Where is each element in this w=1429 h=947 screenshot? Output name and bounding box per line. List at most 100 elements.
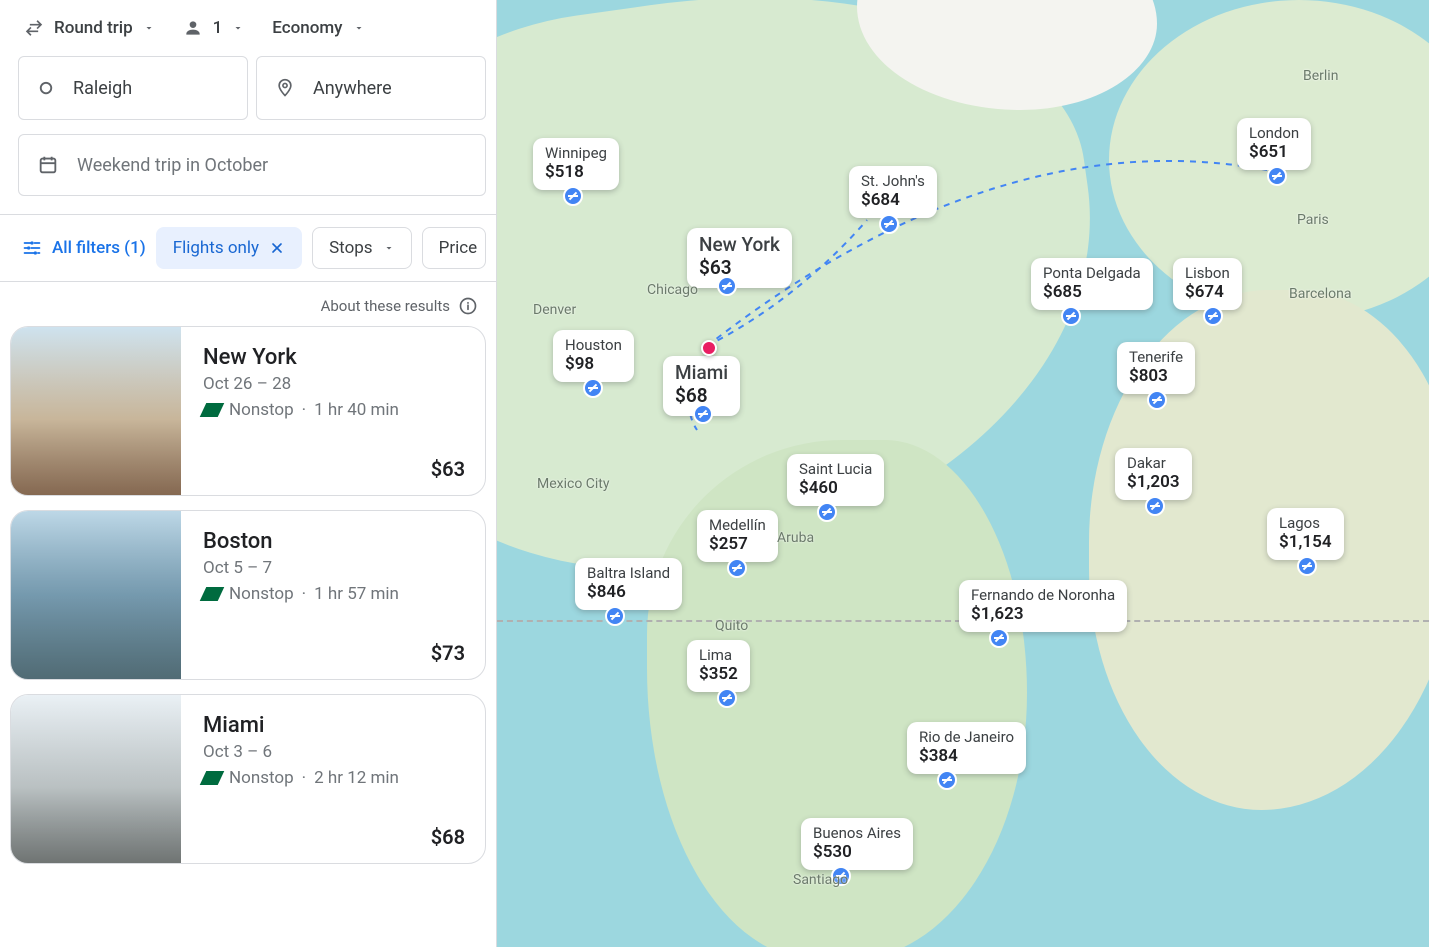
all-filters-label: All filters (1) bbox=[52, 238, 146, 258]
airport-icon bbox=[1145, 496, 1165, 516]
price-label: Price bbox=[439, 238, 478, 258]
result-thumbnail bbox=[11, 511, 181, 679]
price-bubble[interactable]: Saint Lucia$460 bbox=[787, 454, 884, 506]
bubble-city: Rio de Janeiro bbox=[919, 728, 1014, 746]
bubble-city: Lisbon bbox=[1185, 264, 1230, 282]
bubble-city: Lima bbox=[699, 646, 738, 664]
airport-icon bbox=[1061, 306, 1081, 326]
search-panel: Round trip 1 Economy Raleigh Anywhere bbox=[0, 0, 497, 947]
price-bubble[interactable]: Houston$98 bbox=[553, 330, 634, 382]
result-thumbnail bbox=[11, 327, 181, 495]
cabin-label: Economy bbox=[272, 18, 342, 38]
result-city: Boston bbox=[203, 529, 465, 554]
airline-icon bbox=[200, 771, 225, 785]
airport-icon bbox=[1297, 556, 1317, 576]
result-price: $73 bbox=[203, 641, 465, 665]
airline-icon bbox=[200, 587, 225, 601]
result-card[interactable]: Miami Oct 3 – 6 Nonstop · 2 hr 12 min $6… bbox=[10, 694, 486, 864]
bubble-price: $1,623 bbox=[971, 604, 1115, 624]
flights-only-chip[interactable]: Flights only bbox=[156, 227, 302, 269]
trip-selectors: Round trip 1 Economy bbox=[18, 18, 486, 38]
airport-icon bbox=[937, 770, 957, 790]
origin-input[interactable]: Raleigh bbox=[18, 56, 248, 120]
price-bubble[interactable]: Lisbon$674 bbox=[1173, 258, 1242, 310]
passengers-selector[interactable]: 1 bbox=[183, 18, 245, 38]
bubble-city: Dakar bbox=[1127, 454, 1180, 472]
result-city: New York bbox=[203, 345, 465, 370]
search-header: Round trip 1 Economy Raleigh Anywhere bbox=[0, 0, 496, 214]
bubble-price: $63 bbox=[699, 257, 780, 280]
price-bubble[interactable]: Baltra Island$846 bbox=[575, 558, 682, 610]
about-results[interactable]: About these results bbox=[0, 282, 496, 326]
price-bubble[interactable]: Fernando de Noronha$1,623 bbox=[959, 580, 1127, 632]
trip-type-selector[interactable]: Round trip bbox=[24, 18, 155, 38]
result-card[interactable]: Boston Oct 5 – 7 Nonstop · 1 hr 57 min $… bbox=[10, 510, 486, 680]
airport-icon bbox=[605, 606, 625, 626]
bubble-city: Baltra Island bbox=[587, 564, 670, 582]
bubble-price: $352 bbox=[699, 664, 738, 684]
result-body: Boston Oct 5 – 7 Nonstop · 1 hr 57 min $… bbox=[181, 511, 485, 679]
bubble-city: Tenerife bbox=[1129, 348, 1183, 366]
bubble-city: Medellín bbox=[709, 516, 766, 534]
price-bubble[interactable]: Dakar$1,203 bbox=[1115, 448, 1192, 500]
result-price: $63 bbox=[203, 457, 465, 481]
map-city-label: Paris bbox=[1297, 212, 1329, 228]
price-bubble[interactable]: Lima$352 bbox=[687, 640, 750, 692]
cabin-selector[interactable]: Economy bbox=[272, 18, 364, 38]
price-bubble[interactable]: Lagos$1,154 bbox=[1267, 508, 1344, 560]
tune-icon bbox=[22, 238, 42, 258]
price-bubble[interactable]: Buenos Aires$530 bbox=[801, 818, 913, 870]
airport-icon bbox=[717, 688, 737, 708]
map-city-label: Mexico City bbox=[537, 476, 610, 492]
calendar-icon bbox=[37, 154, 59, 176]
destination-input[interactable]: Anywhere bbox=[256, 56, 486, 120]
airport-icon bbox=[817, 502, 837, 522]
bubble-price: $384 bbox=[919, 746, 1014, 766]
result-meta: Nonstop · 1 hr 57 min bbox=[203, 584, 465, 604]
result-dates: Oct 26 – 28 bbox=[203, 374, 465, 394]
price-bubble[interactable]: St. John's$684 bbox=[849, 166, 937, 218]
swap-icon bbox=[24, 18, 44, 38]
airline-icon bbox=[200, 403, 225, 417]
price-bubble[interactable]: Ponta Delgada$685 bbox=[1031, 258, 1153, 310]
map[interactable]: Winnipeg$518 St. John's$684 New York$63 Hou… bbox=[497, 0, 1429, 947]
passengers-count: 1 bbox=[213, 18, 223, 38]
price-bubble[interactable]: Winnipeg$518 bbox=[533, 138, 619, 190]
close-icon bbox=[269, 240, 285, 256]
circle-icon bbox=[37, 79, 55, 97]
stops-chip[interactable]: Stops bbox=[312, 227, 412, 269]
bubble-city: New York bbox=[699, 234, 780, 257]
price-bubble[interactable]: Medellín$257 bbox=[697, 510, 778, 562]
price-bubble[interactable]: New York$63 bbox=[687, 228, 792, 288]
bubble-price: $257 bbox=[709, 534, 766, 554]
result-stops: Nonstop bbox=[229, 584, 294, 604]
price-bubble[interactable]: Rio de Janeiro$384 bbox=[907, 722, 1026, 774]
bubble-city: Miami bbox=[675, 362, 728, 385]
bubble-price: $1,203 bbox=[1127, 472, 1180, 492]
result-thumbnail bbox=[11, 695, 181, 863]
bubble-price: $684 bbox=[861, 190, 925, 210]
person-icon bbox=[183, 18, 203, 38]
map-city-label: Quito bbox=[715, 618, 748, 634]
stops-label: Stops bbox=[329, 238, 373, 258]
result-body: Miami Oct 3 – 6 Nonstop · 2 hr 12 min $6… bbox=[181, 695, 485, 863]
bubble-city: London bbox=[1249, 124, 1299, 142]
result-card[interactable]: New York Oct 26 – 28 Nonstop · 1 hr 40 m… bbox=[10, 326, 486, 496]
airport-icon bbox=[879, 214, 899, 234]
pin-icon bbox=[275, 78, 295, 98]
result-city: Miami bbox=[203, 713, 465, 738]
filters-bar: All filters (1) Flights only Stops Price bbox=[0, 214, 496, 282]
airport-icon bbox=[693, 404, 713, 424]
airport-icon bbox=[727, 558, 747, 578]
bubble-price: $651 bbox=[1249, 142, 1299, 162]
result-duration: 1 hr 57 min bbox=[314, 584, 399, 604]
price-chip[interactable]: Price bbox=[422, 227, 486, 269]
result-stops: Nonstop bbox=[229, 768, 294, 788]
date-input[interactable]: Weekend trip in October bbox=[18, 134, 486, 196]
chevron-down-icon bbox=[143, 22, 155, 34]
result-dates: Oct 3 – 6 bbox=[203, 742, 465, 762]
map-city-label: Santiago bbox=[793, 872, 848, 888]
price-bubble[interactable]: Tenerife$803 bbox=[1117, 342, 1195, 394]
price-bubble[interactable]: London$651 bbox=[1237, 118, 1311, 170]
all-filters-button[interactable]: All filters (1) bbox=[22, 238, 146, 258]
